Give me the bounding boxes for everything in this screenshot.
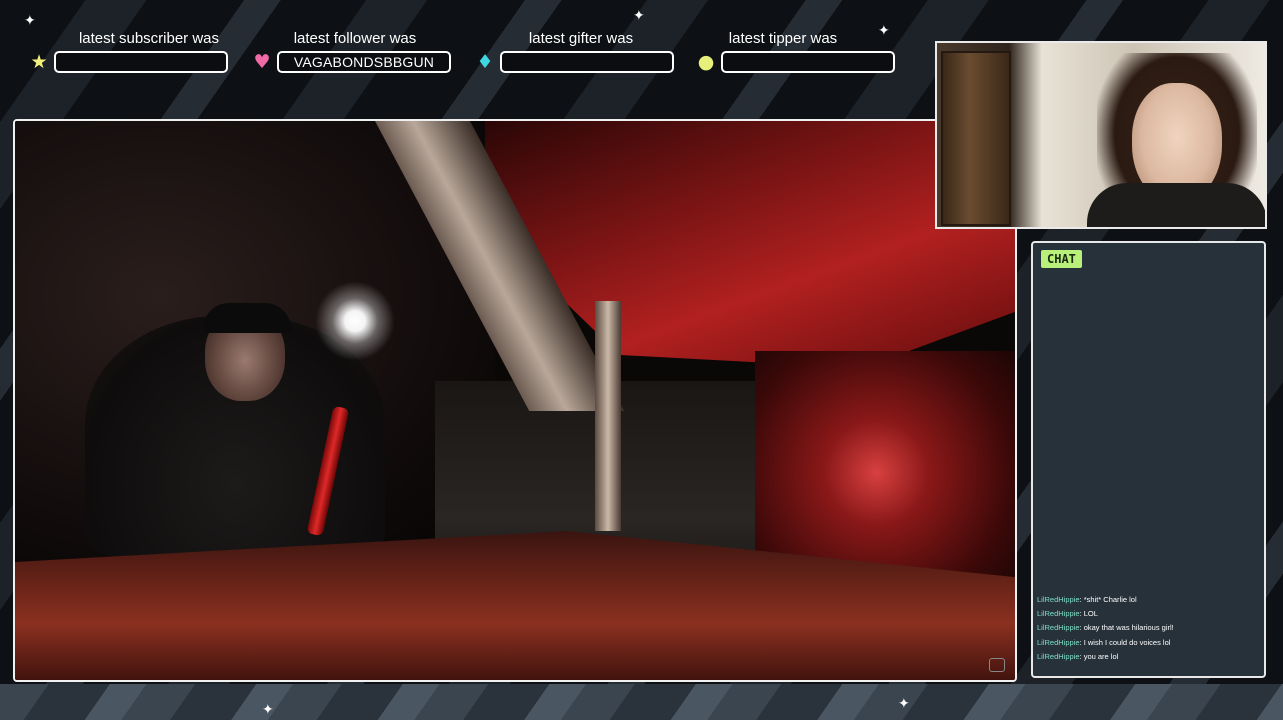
webcam-shirt [1087, 183, 1265, 227]
chat-username: LilRedHippie [1037, 594, 1080, 604]
chat-username: LilRedHippie [1037, 651, 1080, 661]
chat-header: CHAT [1041, 250, 1082, 268]
chat-message-list: LilRedHippie: *shit* Charlie lol LilRedH… [1037, 593, 1260, 664]
chat-message: LilRedHippie: LOL [1037, 607, 1260, 621]
sparkle-icon: ✦ [633, 8, 645, 24]
watermark-icon [989, 658, 1005, 672]
chat-username: LilRedHippie [1037, 637, 1080, 647]
chat-username: LilRedHippie [1037, 609, 1080, 619]
alert-title: latest subscriber was [78, 30, 220, 47]
latest-tipper-alert: latest tipper was ● [695, 30, 900, 76]
alert-title: latest gifter was [528, 30, 634, 47]
latest-subscriber-alert: latest subscriber was ★ [28, 30, 233, 76]
alert-title: latest follower was [293, 30, 417, 47]
chat-text: I wish I could do voices lol [1081, 637, 1171, 647]
alert-value-box: VAGABONDSBBGUN [277, 51, 451, 73]
sparkle-icon: ✦ [262, 702, 274, 718]
main-video-frame [13, 119, 1017, 682]
webcam-frame [935, 41, 1267, 229]
chat-message: LilRedHippie: you are lol [1037, 650, 1260, 664]
video-flashlight-glow [315, 281, 395, 361]
star-icon: ★ [30, 51, 48, 73]
chat-panel[interactable]: CHAT LilRedHippie: *shit* Charlie lol Li… [1031, 241, 1266, 678]
diamond-icon: ♦ [476, 51, 494, 73]
background-bottom-strip [0, 684, 1283, 720]
chat-message: LilRedHippie: okay that was hilarious gi… [1037, 621, 1260, 635]
chat-username: LilRedHippie [1037, 623, 1080, 633]
video-person-cap [203, 303, 291, 333]
sparkle-icon: ✦ [898, 696, 910, 712]
chat-text: LOL [1081, 609, 1098, 619]
video-scene-post [595, 301, 621, 531]
alert-value-box [721, 51, 895, 73]
chat-message: LilRedHippie: I wish I could do voices l… [1037, 636, 1260, 650]
heart-icon: ♥ [253, 51, 271, 73]
latest-follower-alert: latest follower was ♥ VAGABONDSBBGUN [251, 30, 456, 76]
coin-icon: ● [697, 51, 715, 73]
alert-value-box [54, 51, 228, 73]
chat-text: *shit* Charlie lol [1081, 594, 1137, 604]
latest-gifter-alert: latest gifter was ♦ [474, 30, 679, 76]
chat-text: you are lol [1081, 651, 1119, 661]
alert-title: latest tipper was [728, 30, 838, 47]
chat-message: LilRedHippie: *shit* Charlie lol [1037, 593, 1260, 607]
webcam-door [941, 51, 1011, 226]
sparkle-icon: ✦ [24, 13, 36, 29]
alert-value-box [500, 51, 674, 73]
chat-text: okay that was hilarious girl! [1081, 623, 1174, 633]
